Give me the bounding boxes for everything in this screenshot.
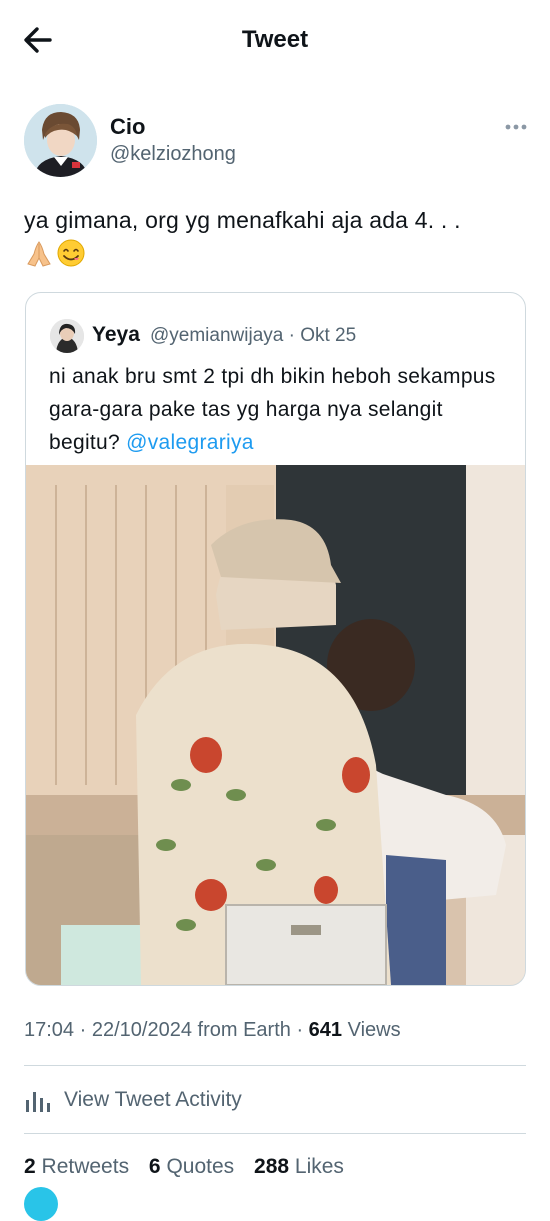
view-tweet-activity-label: View Tweet Activity: [64, 1088, 242, 1111]
quoted-avatar: [50, 319, 84, 353]
divider: [24, 1133, 526, 1134]
tweet-emojis: [24, 238, 86, 268]
tweet-text: ya gimana, org yg menafkahi aja ada 4. .…: [24, 207, 461, 233]
author-handle[interactable]: @kelziozhong: [110, 143, 236, 166]
likes-stat[interactable]: 288 Likes: [254, 1155, 344, 1178]
more-options-icon[interactable]: [503, 119, 529, 135]
divider: [24, 1065, 526, 1066]
author-name[interactable]: Cio: [110, 114, 145, 140]
top-bar: Tweet: [0, 0, 550, 80]
retweets-stat[interactable]: 2 Retweets: [24, 1155, 129, 1178]
author-avatar[interactable]: [24, 104, 97, 177]
smiling-face-icon: [57, 239, 85, 267]
view-tweet-activity-button[interactable]: View Tweet Activity: [24, 1080, 242, 1120]
quoted-tweet[interactable]: Yeya @yemianwijaya · Okt 25 ni anak bru …: [25, 292, 526, 986]
quoted-text-body: ni anak bru smt 2 tpi dh bikin heboh sek…: [49, 365, 496, 454]
folded-hands-icon: [27, 241, 51, 267]
tweet-time: 17:04: [24, 1019, 75, 1041]
quoted-author-handle: @yemianwijaya · Okt 25: [150, 325, 357, 346]
page-title: Tweet: [241, 26, 309, 53]
quotes-stat[interactable]: 6 Quotes: [149, 1155, 234, 1178]
views-count: 641: [308, 1019, 343, 1041]
engagement-stats: 2 Retweets 6 Quotes 288 Likes: [24, 1155, 358, 1179]
next-avatar-partial: [24, 1187, 58, 1221]
quoted-media-image[interactable]: [26, 465, 525, 985]
tweet-source: from Earth: [197, 1019, 291, 1041]
quoted-text: ni anak bru smt 2 tpi dh bikin heboh sek…: [49, 360, 509, 459]
tweet-meta: 17:04 · 22/10/2024 from Earth · 641 View…: [24, 1019, 401, 1041]
analytics-bar-icon: [26, 1092, 50, 1112]
views-label: Views: [347, 1019, 401, 1041]
tweet-date: 22/10/2024: [91, 1019, 192, 1041]
quoted-author-name: Yeya: [92, 323, 140, 346]
quoted-mention-link[interactable]: @valegrariya: [126, 431, 254, 454]
